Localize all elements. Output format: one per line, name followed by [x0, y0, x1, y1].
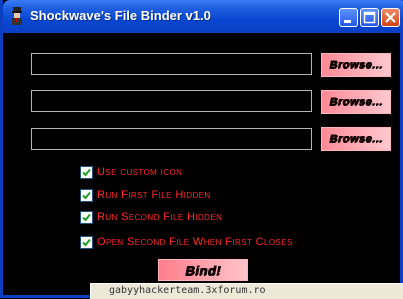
open-second-when-first-closes-option[interactable]: Open Second File When First Closes	[80, 235, 293, 249]
close-button[interactable]	[381, 8, 400, 27]
run-first-hidden-label: Run First File Hidden	[97, 189, 211, 201]
bind-label: Bind!	[185, 262, 221, 278]
status-bar: gabyyhackerteam.3xforum.ro	[90, 283, 403, 299]
second-file-field[interactable]	[31, 90, 312, 112]
browse-label: Browse...	[329, 96, 383, 108]
run-second-hidden-label: Run Second File Hidden	[97, 211, 223, 223]
first-file-field[interactable]	[31, 53, 312, 75]
bind-button[interactable]: Bind!	[158, 259, 248, 281]
run-first-hidden-checkbox[interactable]	[80, 188, 93, 202]
use-custom-icon-checkbox[interactable]	[80, 165, 93, 179]
run-first-hidden-option[interactable]: Run First File Hidden	[80, 188, 211, 202]
status-text: gabyyhackerteam.3xforum.ro	[109, 285, 266, 296]
browse-first-file-button[interactable]: Browse...	[321, 53, 391, 77]
run-second-hidden-option[interactable]: Run Second File Hidden	[80, 210, 222, 224]
checkmark-icon	[82, 168, 91, 176]
app-icon	[12, 7, 22, 25]
browse-label: Browse...	[329, 133, 383, 145]
browse-icon-file-button[interactable]: Browse...	[321, 127, 391, 151]
maximize-button[interactable]	[360, 8, 379, 27]
browse-second-file-button[interactable]: Browse...	[321, 90, 391, 114]
use-custom-icon-label: Use custom icon	[97, 166, 183, 178]
run-second-hidden-checkbox[interactable]	[80, 210, 93, 224]
use-custom-icon-option[interactable]: Use custom icon	[80, 165, 182, 179]
icon-file-field[interactable]	[31, 128, 312, 150]
checkmark-icon	[82, 238, 91, 246]
browse-label: Browse...	[329, 59, 383, 71]
window-title: Shockwave's File Binder v1.0	[30, 8, 211, 23]
open-second-when-first-closes-checkbox[interactable]	[80, 235, 93, 249]
open-second-when-first-closes-label: Open Second File When First Closes	[97, 236, 293, 248]
close-icon	[385, 12, 396, 23]
title-bar[interactable]: Shockwave's File Binder v1.0	[3, 0, 403, 33]
minimize-button[interactable]	[339, 8, 358, 27]
checkmark-icon	[82, 213, 91, 221]
minimize-icon	[344, 20, 351, 23]
maximize-icon	[363, 11, 376, 24]
checkmark-icon	[82, 191, 91, 199]
binder-window: Shockwave's File Binder v1.0 Browse... B…	[0, 0, 403, 298]
